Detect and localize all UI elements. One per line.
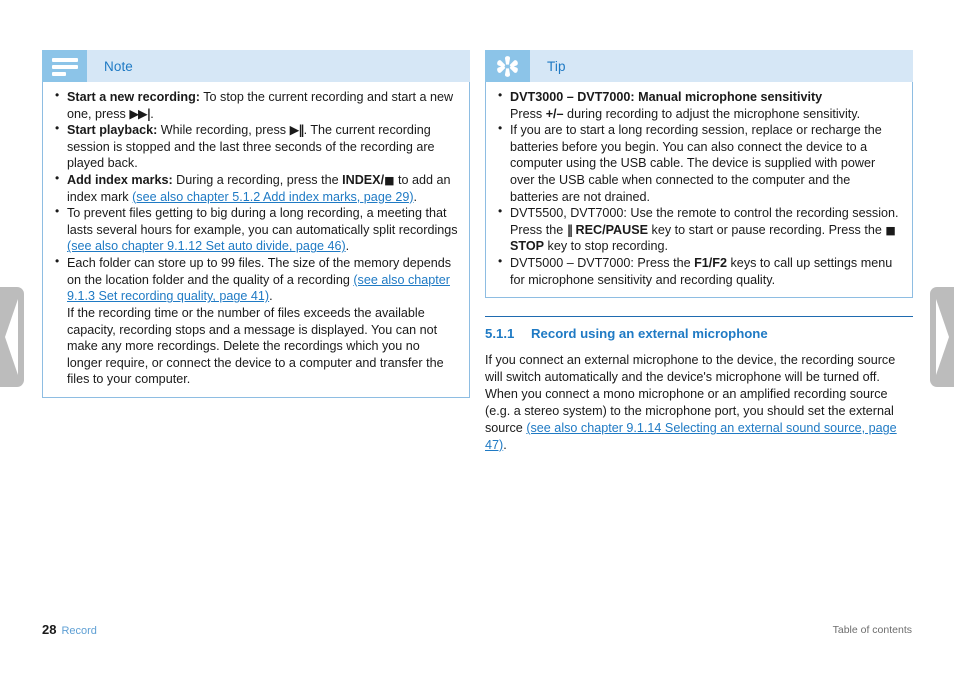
- footer-section-label: Record: [61, 625, 97, 637]
- note-item-lead: Start a new recording:: [67, 90, 200, 104]
- tip-item-text: If you are to start a long recording ses…: [510, 123, 882, 204]
- note-bullet-list: Start a new recording: To stop the curre…: [54, 88, 458, 388]
- section-title: Record using an external microphone: [531, 326, 768, 342]
- cross-reference-link[interactable]: (see also chapter 9.1.12 Set auto divide…: [67, 239, 346, 253]
- list-item: Each folder can store up to 99 files. Th…: [54, 254, 458, 388]
- note-callout: Note Start a new recording: To stop the …: [42, 50, 470, 398]
- play-pause-symbol-icon: ▶‖: [289, 122, 305, 138]
- tip-callout: Tip DVT3000 – DVT7000: Manual microphone…: [485, 50, 913, 299]
- note-lines-icon: [42, 50, 87, 82]
- left-column: Note Start a new recording: To stop the …: [42, 50, 470, 398]
- note-callout-body: Start a new recording: To stop the curre…: [42, 82, 470, 398]
- plus-minus-key-label: +/–: [545, 106, 564, 121]
- note-item-lead: Start playback:: [67, 123, 158, 138]
- note-callout-title: Note: [104, 58, 133, 74]
- index-key-label: INDEX/: [342, 173, 385, 188]
- cross-reference-link[interactable]: (see also chapter 9.1.14 Selecting an ex…: [485, 421, 897, 452]
- tip-bullet-list: DVT3000 – DVT7000: Manual microphone sen…: [497, 88, 901, 288]
- note-callout-header: Note: [42, 50, 470, 82]
- note-item-text-extra: If the recording time or the number of f…: [67, 305, 444, 387]
- chevron-right-icon: [936, 299, 949, 375]
- tip-item-text-end: during recording to adjust the microphon…: [563, 106, 861, 121]
- tip-item-text-mid: key to start or pause recording. Press t…: [648, 222, 886, 237]
- page-footer: 28 Record Table of contents: [42, 621, 912, 639]
- list-item: DVT5500, DVT7000: Use the remote to cont…: [497, 204, 901, 255]
- stop-square-symbol-icon: ■: [885, 223, 896, 237]
- right-column: Tip DVT3000 – DVT7000: Manual microphone…: [485, 50, 913, 454]
- list-item: To prevent files getting to big during a…: [54, 204, 458, 255]
- note-item-text: To prevent files getting to big during a…: [67, 206, 458, 237]
- table-of-contents-link[interactable]: Table of contents: [833, 624, 912, 636]
- note-item-lead: Add index marks:: [67, 173, 173, 188]
- tip-callout-body: DVT3000 – DVT7000: Manual microphone sen…: [485, 82, 913, 299]
- list-item: If you are to start a long recording ses…: [497, 121, 901, 205]
- stop-square-symbol-icon: ■: [384, 174, 395, 188]
- f1-f2-key-label: F1/F2: [694, 256, 728, 271]
- list-item: Add index marks: During a recording, pre…: [54, 171, 458, 205]
- previous-page-tab[interactable]: [0, 287, 24, 387]
- asterisk-icon: [485, 50, 530, 82]
- next-page-tab[interactable]: [930, 287, 954, 387]
- tip-item-text: Press: [510, 106, 546, 121]
- tip-item-text: DVT5000 – DVT7000: Press the: [510, 256, 695, 271]
- note-item-text-end: .: [269, 289, 273, 304]
- section-divider: [485, 316, 913, 318]
- list-item: DVT5000 – DVT7000: Press the F1/F2 keys …: [497, 254, 901, 288]
- list-item: Start playback: While recording, press ▶…: [54, 121, 458, 172]
- tip-item-lead: DVT3000 – DVT7000: Manual microphone sen…: [510, 90, 823, 104]
- note-item-text-end: .: [345, 239, 350, 254]
- note-item-text-end: .: [413, 189, 418, 204]
- section-heading: 5.1.1 Record using an external microphon…: [485, 326, 913, 341]
- tip-callout-title: Tip: [547, 58, 566, 74]
- paragraph-text-end: .: [503, 438, 507, 452]
- cross-reference-link[interactable]: (see also chapter 5.1.2 Add index marks,…: [132, 190, 413, 204]
- tip-callout-header: Tip: [485, 50, 913, 82]
- page-number: 28: [42, 622, 57, 637]
- next-track-symbol-icon: ▶▶|: [129, 105, 151, 121]
- section-number: 5.1.1: [485, 326, 515, 342]
- section-paragraph: If you connect an external microphone to…: [485, 352, 913, 454]
- list-item: DVT3000 – DVT7000: Manual microphone sen…: [497, 88, 901, 122]
- tip-item-text-end: key to stop recording.: [544, 239, 668, 254]
- stop-key-label: STOP: [510, 239, 545, 254]
- note-item-text: During a recording, press the: [172, 173, 343, 188]
- asterisk-glyph: [497, 56, 518, 77]
- list-item: Start a new recording: To stop the curre…: [54, 88, 458, 122]
- rec-pause-key-label: REC/PAUSE: [572, 222, 649, 237]
- chevron-left-icon: [5, 299, 18, 375]
- note-item-text-end: .: [150, 106, 154, 121]
- note-item-text: While recording, press: [157, 123, 290, 138]
